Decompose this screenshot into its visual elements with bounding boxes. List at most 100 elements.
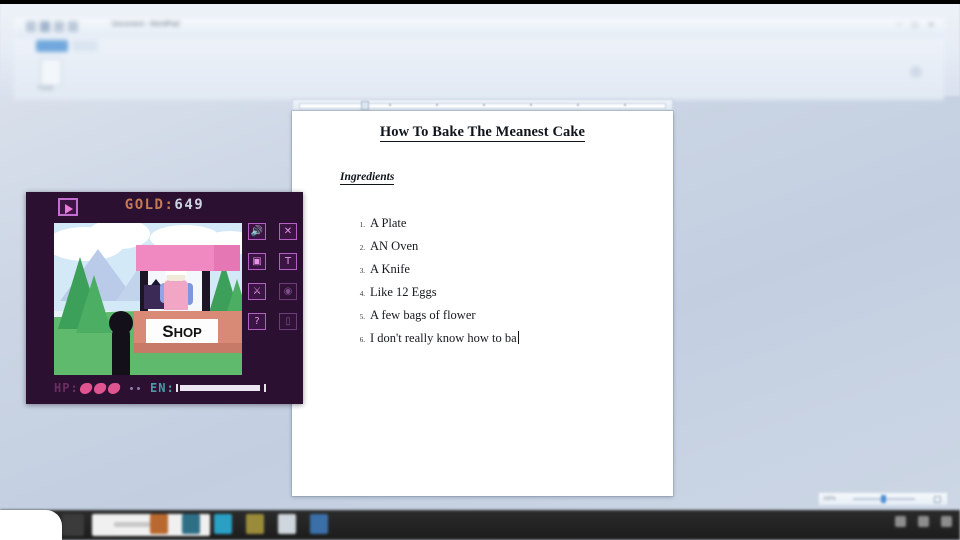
sword-icon[interactable]: ⚔ xyxy=(248,283,266,300)
counter-edge xyxy=(134,343,242,353)
help-glyph: ? xyxy=(254,317,259,327)
browser-icon[interactable] xyxy=(214,514,232,534)
ingredients-list: 1. A Plate 2. AN Oven 3. A Knife 4. Like… xyxy=(350,212,663,350)
sound-icon[interactable]: 🔊 xyxy=(248,223,266,240)
section-heading: Ingredients xyxy=(340,171,394,183)
taskbar-corner xyxy=(0,510,62,540)
undo-icon[interactable] xyxy=(40,21,50,32)
document-ruler[interactable] xyxy=(292,99,673,111)
gold-display: GOLD:649 xyxy=(26,197,303,213)
tab-home[interactable] xyxy=(36,40,68,52)
list-item-text: Like 12 Eggs xyxy=(370,285,437,299)
folder-icon[interactable] xyxy=(182,514,200,534)
chevron-down-icon[interactable] xyxy=(68,21,78,32)
list-item-text: I don't really know how to ba xyxy=(370,331,517,345)
inventory-glyph: ▣ xyxy=(252,257,261,267)
help-icon[interactable] xyxy=(910,66,922,78)
gold-value: 649 xyxy=(174,197,204,213)
bag-icon: ▯ xyxy=(279,313,297,330)
wordpad-status-bar[interactable]: 100% xyxy=(818,492,948,506)
wordpad-window-chrome: Document - WordPad – ▢ ✕ Paste xyxy=(14,18,944,100)
maximize-button[interactable]: ▢ xyxy=(912,21,919,29)
taskbar-icons[interactable] xyxy=(150,514,328,534)
awning-shade xyxy=(214,245,240,271)
list-item-text: A Knife xyxy=(370,262,410,276)
list-item-text: A few bags of flower xyxy=(370,308,476,322)
game-status-bar: HP: EN: xyxy=(54,378,272,398)
list-item[interactable]: 5. A few bags of flower xyxy=(350,304,663,327)
list-item[interactable]: 1. A Plate xyxy=(350,212,663,235)
close-glyph: ✕ xyxy=(284,227,292,237)
cortana-icon[interactable] xyxy=(150,514,168,534)
indent-marker[interactable] xyxy=(361,101,369,110)
screen: Document - WordPad – ▢ ✕ Paste How To Ba… xyxy=(0,0,960,540)
window-controls[interactable]: – ▢ ✕ xyxy=(898,21,934,29)
shop-sign: SHOP xyxy=(146,319,218,343)
clock[interactable] xyxy=(941,516,952,527)
list-item[interactable]: 4. Like 12 Eggs xyxy=(350,281,663,304)
hp-label: HP: xyxy=(54,381,79,395)
heart-icon xyxy=(107,383,121,394)
section-heading-text: Ingredients xyxy=(340,171,394,185)
game-window[interactable]: GOLD:649 xyxy=(26,192,303,404)
document-page[interactable]: How To Bake The Meanest Cake Ingredients… xyxy=(292,111,673,496)
close-icon[interactable]: ✕ xyxy=(279,223,297,240)
coin-icon: ◉ xyxy=(279,283,297,300)
wordpad-titlebar[interactable]: Document - WordPad – ▢ ✕ xyxy=(14,18,944,38)
game-viewport[interactable]: SHOP xyxy=(54,223,242,375)
list-item[interactable]: 6. I don't really know how to ba xyxy=(350,327,663,350)
network-icon[interactable] xyxy=(895,516,906,527)
list-item-text: A Plate xyxy=(370,216,406,230)
ruler-tick xyxy=(624,104,626,106)
close-button[interactable]: ✕ xyxy=(928,21,934,29)
gold-label: GOLD: xyxy=(125,197,175,213)
ruler-tick xyxy=(530,104,532,106)
sword-glyph: ⚔ xyxy=(253,287,262,297)
stall-awning xyxy=(136,245,240,271)
empty-heart-icon xyxy=(130,387,133,390)
player-head xyxy=(109,311,133,335)
list-item-text: AN Oven xyxy=(370,239,418,253)
empty-heart-icon xyxy=(137,387,140,390)
bag-glyph: ▯ xyxy=(285,317,291,327)
store-icon[interactable] xyxy=(246,514,264,534)
list-item[interactable]: 3. A Knife xyxy=(350,258,663,281)
wordpad-ribbon: Paste xyxy=(14,38,944,100)
paste-button[interactable] xyxy=(40,58,62,86)
heart-icon xyxy=(79,383,93,394)
wordpad-taskbar-icon[interactable] xyxy=(310,514,328,534)
letterbox-top xyxy=(0,0,960,4)
minimize-button[interactable]: – xyxy=(898,21,902,29)
save-icon[interactable] xyxy=(26,21,36,32)
list-item-number: 6. xyxy=(350,327,365,354)
ruler-tick xyxy=(577,104,579,106)
help-icon[interactable]: ? xyxy=(248,313,266,330)
app-icon[interactable] xyxy=(278,514,296,534)
energy-label: EN: xyxy=(150,381,175,395)
page-title-text: How To Bake The Meanest Cake xyxy=(380,124,585,142)
quick-access-toolbar[interactable] xyxy=(26,21,78,32)
system-tray[interactable] xyxy=(895,516,952,527)
ruler-tick xyxy=(483,104,485,106)
start-button[interactable] xyxy=(62,514,84,536)
taskbar[interactable] xyxy=(0,510,960,540)
text-icon[interactable]: T xyxy=(279,253,297,270)
list-item[interactable]: 2. AN Oven xyxy=(350,235,663,258)
ruler-tick xyxy=(436,104,438,106)
tree xyxy=(76,275,112,333)
tab-view[interactable] xyxy=(72,40,98,52)
text-caret xyxy=(518,331,519,344)
volume-icon[interactable] xyxy=(918,516,929,527)
game-action-buttons: 🔊 ✕ ▣ T ⚔ ◉ ? ▯ xyxy=(248,223,298,343)
heart-icon xyxy=(93,383,107,394)
text-glyph: T xyxy=(285,257,291,267)
coin-glyph: ◉ xyxy=(284,287,293,297)
zoom-slider-handle[interactable] xyxy=(881,495,886,503)
shop-sign-text-first: S xyxy=(162,322,173,341)
inventory-icon[interactable]: ▣ xyxy=(248,253,266,270)
zoom-level: 100% xyxy=(823,496,836,502)
zoom-in-button[interactable] xyxy=(934,496,941,503)
energy-bar-fill xyxy=(180,385,260,391)
redo-icon[interactable] xyxy=(54,21,64,32)
ruler-tick xyxy=(389,104,391,106)
